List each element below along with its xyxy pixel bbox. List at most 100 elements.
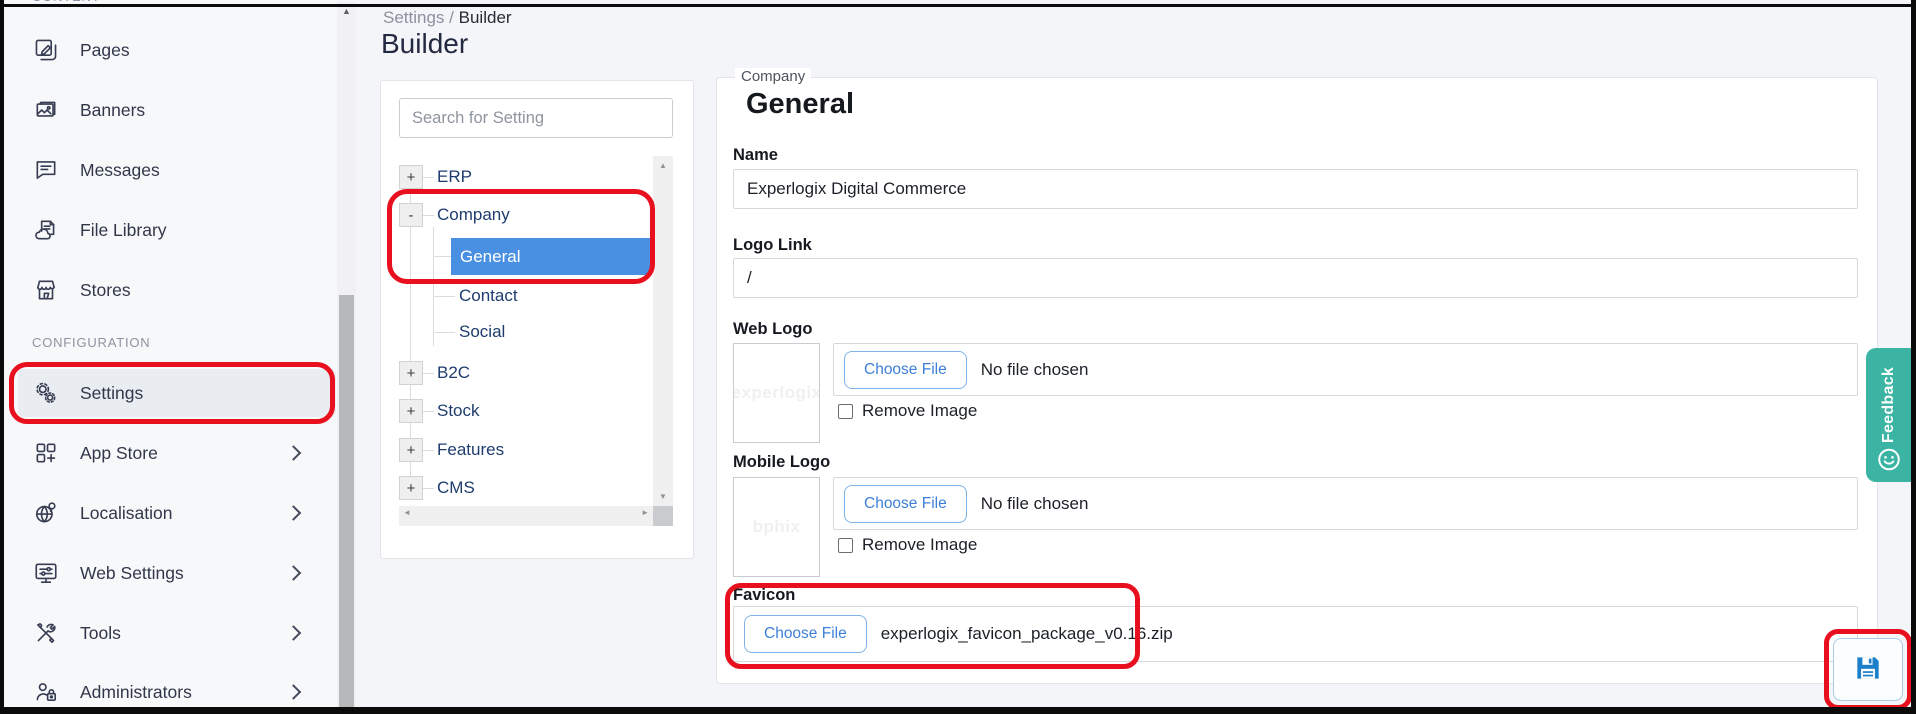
save-floppy-icon xyxy=(1852,652,1884,687)
sidebar-item-label: Web Settings xyxy=(80,563,184,584)
scroll-down-icon[interactable]: ▼ xyxy=(653,492,673,501)
logo-link-field[interactable] xyxy=(733,258,1858,298)
sidebar-item-label: Messages xyxy=(80,160,160,181)
sidebar-item-stores[interactable]: Stores xyxy=(4,275,337,305)
chevron-right-icon xyxy=(286,445,302,461)
page-scrollbar-thumb[interactable] xyxy=(339,295,354,709)
web-logo-choose-file-button[interactable]: Choose File xyxy=(844,351,967,389)
tree-connector xyxy=(423,373,434,374)
panel-legend: Company xyxy=(735,68,811,85)
chevron-right-icon xyxy=(286,505,302,521)
tools-icon xyxy=(31,618,61,648)
tree-expander[interactable]: + xyxy=(399,399,423,423)
sidebar-item-label: Pages xyxy=(80,40,130,61)
favicon-file-name: experlogix_favicon_package_v0.16.zip xyxy=(881,624,1173,644)
chevron-right-icon xyxy=(286,684,302,700)
sidebar-item-label: Banners xyxy=(80,100,145,121)
sidebar-item-label: Administrators xyxy=(80,682,192,703)
feedback-tab[interactable]: Feedback xyxy=(1866,348,1912,482)
tree-horizontal-scrollbar[interactable]: ◄ ► xyxy=(399,506,653,526)
tree-connector xyxy=(433,256,451,257)
tree-item-stock[interactable]: Stock xyxy=(437,397,480,425)
sidebar-item-tools[interactable]: Tools xyxy=(4,618,337,648)
screenshot-border-right xyxy=(1911,0,1916,714)
tree-connector xyxy=(433,227,434,346)
breadcrumb-current: Builder xyxy=(459,8,512,27)
form-heading: General xyxy=(746,88,854,121)
remove-image-label: Remove Image xyxy=(862,535,977,555)
screenshot-border-left xyxy=(0,0,4,714)
search-input[interactable] xyxy=(399,98,673,138)
sidebar-item-web-settings[interactable]: Web Settings xyxy=(4,558,337,588)
web-logo-thumbnail: experlogix xyxy=(733,343,820,443)
chevron-right-icon xyxy=(286,565,302,581)
localisation-icon xyxy=(31,498,61,528)
page-scrollbar[interactable]: ▲ xyxy=(337,2,356,710)
tree-item-features[interactable]: Features xyxy=(437,436,504,464)
banners-icon xyxy=(31,95,61,125)
stores-icon xyxy=(31,275,61,305)
tree-connector xyxy=(410,189,411,476)
scroll-up-icon[interactable]: ▲ xyxy=(337,6,356,16)
mobile-logo-remove-row: Remove Image xyxy=(838,535,977,555)
tree-item-cms[interactable]: CMS xyxy=(437,474,475,502)
tree-connector xyxy=(423,488,434,489)
sidebar-item-label: Localisation xyxy=(80,503,172,524)
tree-expander[interactable]: + xyxy=(399,361,423,385)
sidebar-item-pages[interactable]: Pages xyxy=(4,35,337,65)
tree-connector xyxy=(433,332,455,333)
sidebar-section-configuration: CONFIGURATION xyxy=(32,335,151,350)
tree-connector xyxy=(423,450,434,451)
breadcrumb-parent[interactable]: Settings xyxy=(383,8,444,27)
tree-item-contact[interactable]: Contact xyxy=(459,282,518,310)
remove-image-label: Remove Image xyxy=(862,401,977,421)
tree-expander[interactable]: + xyxy=(399,438,423,462)
smiley-icon xyxy=(1876,447,1902,478)
tree-item-social[interactable]: Social xyxy=(459,318,505,346)
tree-expander[interactable]: + xyxy=(399,476,423,500)
favicon-choose-file-button[interactable]: Choose File xyxy=(744,615,867,653)
messages-icon xyxy=(31,155,61,185)
scroll-right-icon[interactable]: ► xyxy=(641,508,649,517)
mobile-logo-file-row: Choose File No file chosen xyxy=(833,477,1858,530)
web-logo-remove-row: Remove Image xyxy=(838,401,977,421)
sidebar-item-app-store[interactable]: App Store xyxy=(4,438,337,468)
sidebar-item-label: Settings xyxy=(80,383,143,404)
save-button[interactable] xyxy=(1833,638,1903,701)
sidebar-item-settings[interactable]: Settings xyxy=(4,378,337,408)
sidebar-item-file-library[interactable]: File Library xyxy=(4,215,337,245)
scroll-left-icon[interactable]: ◄ xyxy=(403,508,411,517)
app-store-icon xyxy=(31,438,61,468)
sidebar-item-label: Tools xyxy=(80,623,121,644)
sidebar: CONTENT Pages Banners Messages File Libr… xyxy=(4,0,337,710)
tree-item-company[interactable]: Company xyxy=(437,201,510,229)
favicon-label: Favicon xyxy=(733,586,795,605)
tree-connector xyxy=(433,296,455,297)
page-title: Builder xyxy=(381,28,468,60)
tree-vertical-scrollbar[interactable]: ▲ ▼ xyxy=(653,156,673,506)
tree-item-b2c[interactable]: B2C xyxy=(437,359,470,387)
tree-connector xyxy=(423,215,434,216)
scroll-up-icon[interactable]: ▲ xyxy=(653,161,673,170)
tree-item-general-selected[interactable]: General xyxy=(451,238,651,275)
administrators-icon xyxy=(31,677,61,707)
tree-expander[interactable]: - xyxy=(399,203,423,227)
tree-expander[interactable]: + xyxy=(399,165,423,189)
screenshot-border-bottom xyxy=(0,707,1916,714)
web-logo-remove-checkbox[interactable] xyxy=(838,404,853,419)
sidebar-item-banners[interactable]: Banners xyxy=(4,95,337,125)
mobile-logo-thumbnail: bphix xyxy=(733,477,820,577)
sidebar-item-localisation[interactable]: Localisation xyxy=(4,498,337,528)
pages-icon xyxy=(31,35,61,65)
mobile-logo-remove-checkbox[interactable] xyxy=(838,538,853,553)
sidebar-item-administrators[interactable]: Administrators xyxy=(4,677,337,707)
mobile-logo-label: Mobile Logo xyxy=(733,453,830,472)
breadcrumb: Settings / Builder xyxy=(383,8,512,28)
tree-item-erp[interactable]: ERP xyxy=(437,163,472,191)
screenshot-border-top xyxy=(0,4,1916,7)
logo-link-label: Logo Link xyxy=(733,236,812,255)
favicon-file-row: Choose File experlogix_favicon_package_v… xyxy=(733,606,1858,662)
name-field[interactable] xyxy=(733,169,1858,209)
mobile-logo-choose-file-button[interactable]: Choose File xyxy=(844,485,967,523)
sidebar-item-messages[interactable]: Messages xyxy=(4,155,337,185)
